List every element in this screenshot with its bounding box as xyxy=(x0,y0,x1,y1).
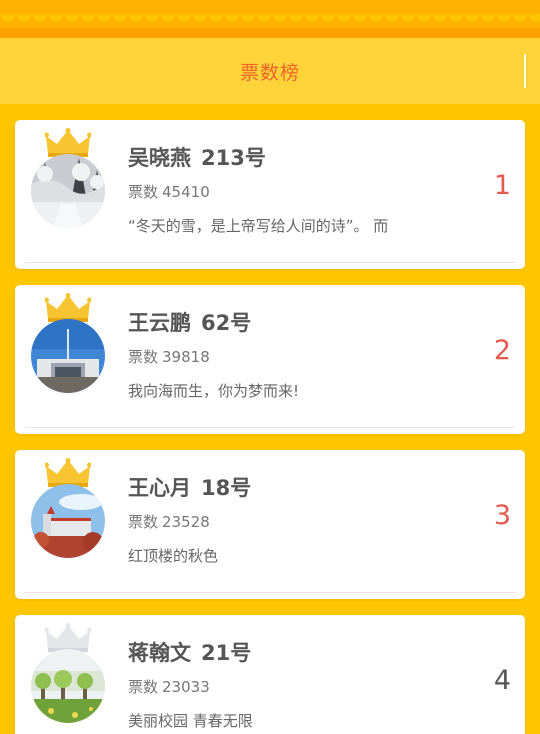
avatar[interactable] xyxy=(31,484,105,558)
rank-number: 4 xyxy=(493,665,511,696)
scalloped-edge xyxy=(0,14,540,28)
ranking-card[interactable]: 吴晓燕 213号 票数 45410 “冬天的雪，是上帝写给人间的诗”。 而 1 xyxy=(15,120,525,269)
contestant-motto: 红顶楼的秋色 xyxy=(128,547,219,565)
contestant-number: 62号 xyxy=(201,311,252,335)
contestant-motto: 美丽校园 青春无限 xyxy=(128,712,253,730)
contestant-name: 蒋翰文 xyxy=(128,641,191,665)
contestant-name: 吴晓燕 xyxy=(128,146,191,170)
votes-label: 票数 xyxy=(128,348,159,366)
contestant-name-row: 王心月 18号 xyxy=(128,472,251,502)
campus-gate-photo xyxy=(31,319,105,393)
header-divider xyxy=(524,54,526,88)
page-title: 票数榜 xyxy=(239,61,300,84)
votes-label: 票数 xyxy=(128,513,159,531)
top-decorative-strip xyxy=(0,0,540,38)
contestant-number: 18号 xyxy=(201,476,252,500)
avatar[interactable] xyxy=(31,154,105,228)
rank-number: 2 xyxy=(493,335,511,366)
vote-count: 票数 39818 xyxy=(128,346,210,367)
avatar-with-crown xyxy=(29,293,107,397)
contestant-name: 王云鹏 xyxy=(128,311,191,335)
contestant-name-row: 蒋翰文 21号 xyxy=(128,637,251,667)
contestant-name: 王心月 xyxy=(128,476,191,500)
vote-count: 票数 45410 xyxy=(128,181,210,202)
avatar[interactable] xyxy=(31,649,105,723)
ranking-card[interactable]: 王云鹏 62号 票数 39818 我向海而生，你为梦而来! 2 xyxy=(15,285,525,434)
avatar[interactable] xyxy=(31,319,105,393)
votes-label: 票数 xyxy=(128,678,159,696)
card-divider xyxy=(25,592,515,593)
votes-value: 39818 xyxy=(162,348,210,366)
votes-label: 票数 xyxy=(128,183,159,201)
card-divider xyxy=(25,262,515,263)
rank-number: 3 xyxy=(493,500,511,531)
contestant-number: 21号 xyxy=(201,641,252,665)
votes-value: 45410 xyxy=(162,183,210,201)
votes-value: 23528 xyxy=(162,513,210,531)
votes-value: 23033 xyxy=(162,678,210,696)
vote-count: 票数 23033 xyxy=(128,676,210,697)
avatar-with-crown xyxy=(29,623,107,727)
vote-count: 票数 23528 xyxy=(128,511,210,532)
green-campus-photo xyxy=(31,649,105,723)
ranking-header: 票数榜 xyxy=(0,38,540,104)
contestant-name-row: 吴晓燕 213号 xyxy=(128,142,266,172)
avatar-with-crown xyxy=(29,128,107,232)
contestant-motto: 我向海而生，你为梦而来! xyxy=(128,382,300,400)
contestant-number: 213号 xyxy=(201,146,266,170)
strip-border xyxy=(0,28,540,38)
snowy-trees-photo xyxy=(31,154,105,228)
contestant-motto: “冬天的雪，是上帝写给人间的诗”。 而 xyxy=(128,217,389,235)
rank-number: 1 xyxy=(493,170,511,201)
contestant-name-row: 王云鹏 62号 xyxy=(128,307,251,337)
ranking-card[interactable]: 蒋翰文 21号 票数 23033 美丽校园 青春无限 4 xyxy=(15,615,525,734)
card-divider xyxy=(25,427,515,428)
red-building-autumn-photo xyxy=(31,484,105,558)
ranking-card[interactable]: 王心月 18号 票数 23528 红顶楼的秋色 3 xyxy=(15,450,525,599)
avatar-with-crown xyxy=(29,458,107,562)
